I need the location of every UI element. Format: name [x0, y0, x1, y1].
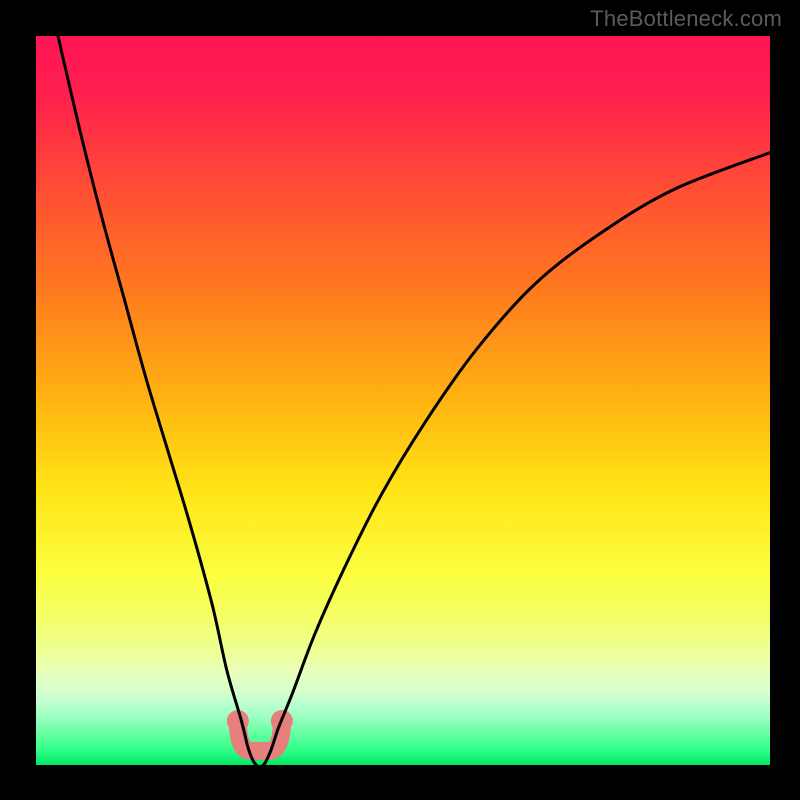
bottleneck-curve-path [58, 36, 770, 765]
watermark-text: TheBottleneck.com [590, 6, 782, 32]
bottleneck-curve-svg [36, 36, 770, 765]
plot-area [36, 36, 770, 765]
